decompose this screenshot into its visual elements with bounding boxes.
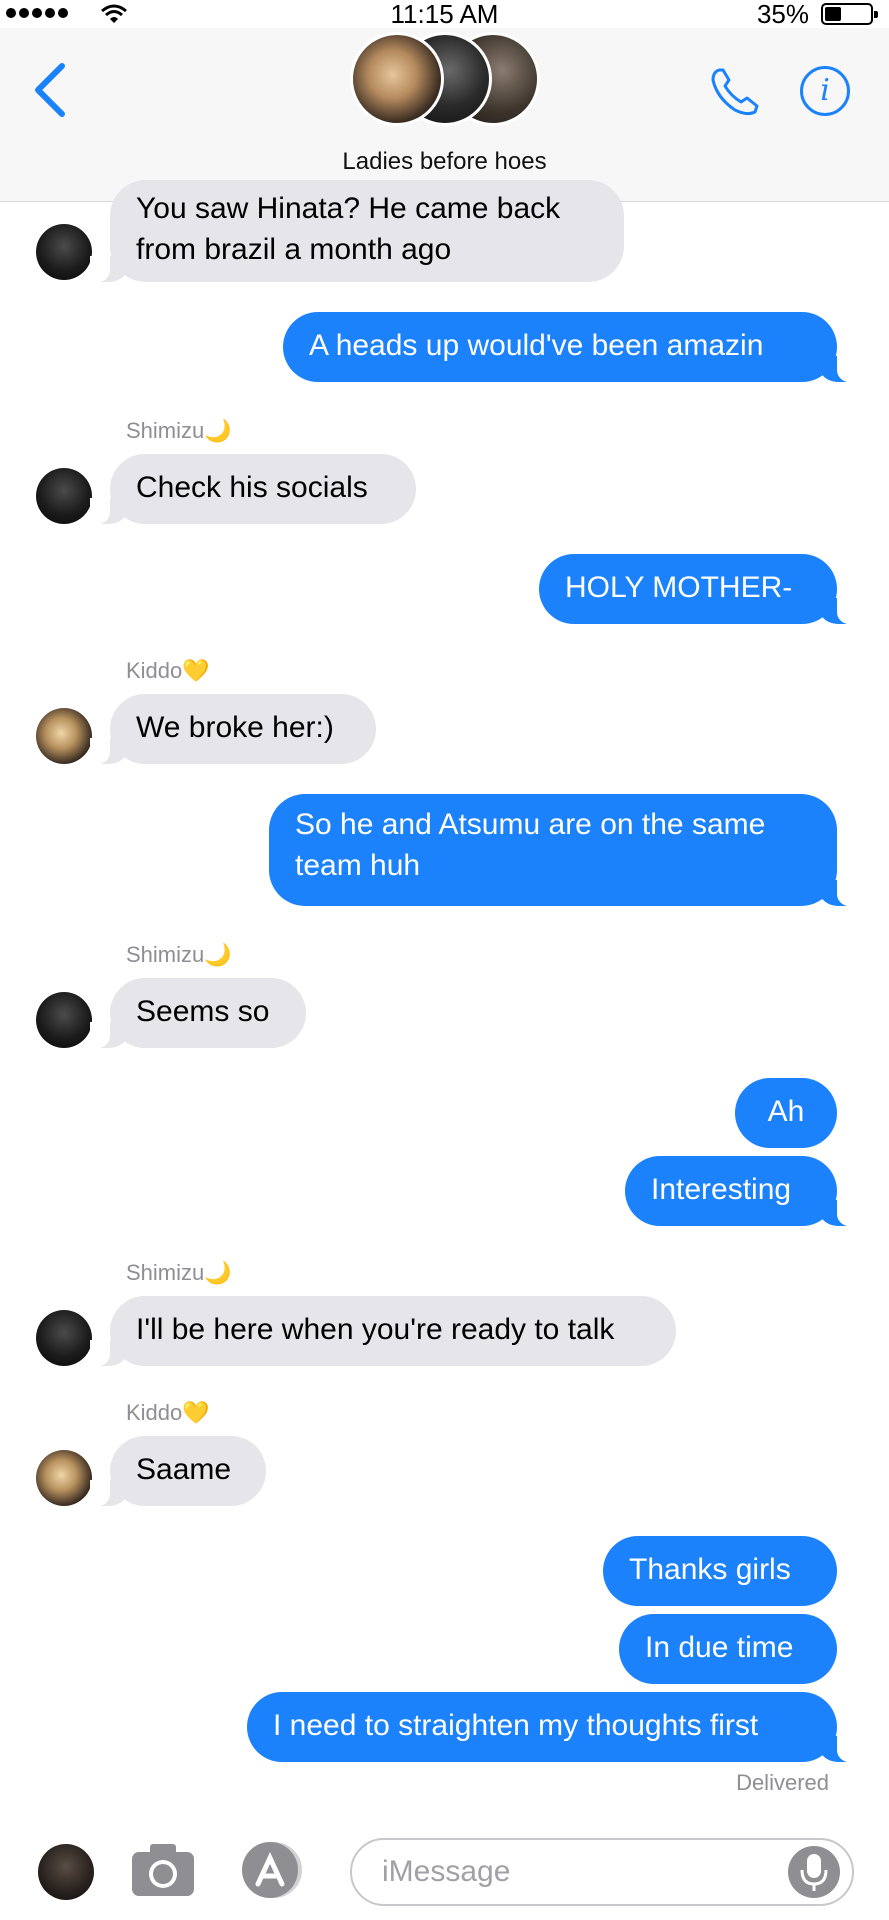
group-avatar-1 [350,32,444,126]
message-text: So he and Atsumu are on the same [295,808,766,841]
message-bubble-outgoing[interactable]: HOLY MOTHER- [539,554,857,624]
info-icon[interactable]: i [800,66,850,116]
battery-icon [821,3,878,25]
back-chevron-icon[interactable] [28,60,72,120]
status-bar: 11:15 AM 35% [0,0,889,28]
message-bubble-incoming[interactable]: Check his socials [90,454,416,524]
message-bubble-outgoing[interactable]: Interesting [625,1156,857,1226]
message-bubble-outgoing[interactable]: A heads up would've been amazin [283,312,857,382]
message-text: HOLY MOTHER- [565,571,793,604]
app-store-icon[interactable] [236,1838,310,1902]
conversation-header: Ladies before hoes i [0,28,889,202]
battery-percent: 35% [756,0,809,29]
message-bubble-outgoing[interactable]: Ah [735,1078,837,1148]
message-text: Interesting [651,1173,792,1206]
message-bubble-incoming[interactable]: We broke her:) [90,694,376,764]
microphone-icon[interactable] [788,1846,840,1898]
message-text: I'll be here when you're ready to talk [136,1313,615,1346]
message-text: Check his socials [136,471,368,504]
sender-name: Kiddo💛 [126,1400,210,1425]
avatar[interactable] [38,1844,94,1900]
avatar[interactable] [36,1450,92,1506]
avatar[interactable] [36,992,92,1048]
message-bubble-outgoing[interactable]: In due time [619,1614,837,1684]
message-text: You saw Hinata? He came back [136,192,561,225]
message-input[interactable] [350,1838,854,1906]
message-text: Saame [136,1453,232,1486]
compose-bar [0,1820,889,1920]
message-list: You saw Hinata? He came back from brazil… [0,180,889,1802]
message-text: I need to straighten my thoughts first [273,1709,759,1742]
message-bubble-outgoing[interactable]: So he and Atsumu are on the same team hu… [269,794,857,906]
message-text: from brazil a month ago [136,233,452,266]
sender-name: Shimizu🌙 [126,942,232,967]
sender-name: Shimizu🌙 [126,418,232,443]
delivered-status: Delivered [736,1770,829,1795]
message-bubble-incoming[interactable]: You saw Hinata? He came back from brazil… [90,180,624,282]
camera-icon[interactable] [130,1840,196,1900]
group-name[interactable]: Ladies before hoes [0,148,889,176]
sender-name: Shimizu🌙 [126,1260,232,1285]
message-text: In due time [645,1631,794,1664]
group-avatars[interactable] [350,32,550,132]
message-text: team huh [295,849,421,882]
message-text: Ah [767,1095,805,1128]
message-bubble-incoming[interactable]: I'll be here when you're ready to talk [90,1296,676,1366]
sender-name: Kiddo💛 [126,658,210,683]
message-bubble-outgoing[interactable]: Thanks girls [603,1536,837,1606]
message-text: A heads up would've been amazin [309,329,764,362]
avatar[interactable] [36,708,92,764]
status-time: 11:15 AM [390,0,499,29]
message-text: We broke her:) [136,711,334,744]
message-bubble-incoming[interactable]: Saame [90,1436,266,1506]
message-bubble-incoming[interactable]: Seems so [90,978,306,1048]
phone-icon[interactable] [707,64,763,120]
message-text: Thanks girls [629,1553,791,1586]
message-bubble-outgoing[interactable]: I need to straighten my thoughts first [247,1692,857,1762]
avatar[interactable] [36,468,92,524]
message-text: Seems so [136,995,270,1028]
avatar[interactable] [36,1310,92,1366]
avatar[interactable] [36,224,92,280]
